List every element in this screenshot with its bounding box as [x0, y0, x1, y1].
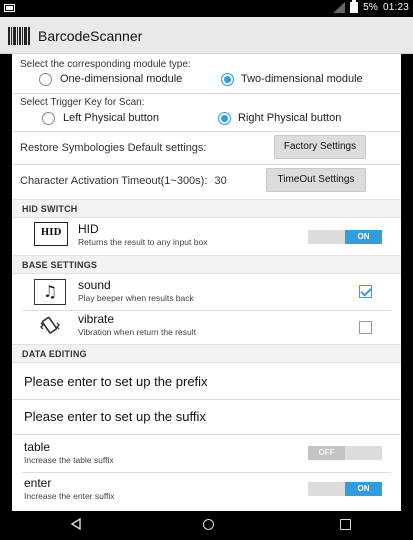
section-header-base-settings: BASE SETTINGS [12, 255, 401, 274]
vibrate-description: Vibration when return the result [78, 327, 196, 337]
hid-toggle-state: ON [345, 230, 382, 244]
radio-right-button[interactable] [218, 112, 231, 125]
barcode-app-icon [8, 27, 30, 45]
screenshot-notification-icon [4, 4, 15, 12]
table-toggle[interactable]: OFF [308, 446, 382, 460]
prefix-setting[interactable]: Please enter to set up the prefix [24, 374, 208, 389]
factory-settings-button[interactable]: Factory Settings [274, 135, 366, 159]
enter-title: enter [24, 476, 52, 490]
battery-icon [350, 0, 359, 13]
vibrate-row[interactable]: vibrate Vibration when return the result [12, 312, 401, 342]
restore-label: Restore Symbologies Default settings: [20, 142, 207, 154]
section-header-label: BASE SETTINGS [22, 260, 98, 270]
radio-two-dimensional[interactable] [221, 73, 234, 86]
radio-label-right-button[interactable]: Right Physical button [238, 112, 341, 124]
table-description: Increase the table suffix [24, 455, 114, 465]
enter-toggle-state: ON [345, 482, 382, 496]
hid-description: Returns the result to any input box [78, 237, 208, 247]
module-type-label: Select the corresponding module type: [20, 59, 191, 70]
vibrate-title: vibrate [78, 312, 115, 326]
recent-apps-icon[interactable] [340, 519, 351, 530]
sound-title: sound [78, 278, 111, 292]
timeout-settings-button[interactable]: TimeOut Settings [266, 168, 366, 192]
app-bar: BarcodeScanner [0, 17, 413, 54]
section-header-hid-switch: HID SWITCH [12, 199, 401, 218]
trigger-key-label: Select Trigger Key for Scan: [20, 97, 145, 108]
divider [12, 434, 401, 435]
sound-row[interactable]: sound Play beeper when results back [12, 276, 401, 308]
radio-left-button[interactable] [42, 112, 55, 125]
music-note-icon [34, 279, 66, 305]
timeout-label-text: Character Activation Timeout(1~300s): [20, 175, 208, 187]
divider [12, 93, 401, 94]
status-bar: 5% 01:23 [0, 0, 413, 17]
vibrate-icon [40, 316, 60, 334]
divider [22, 310, 391, 311]
battery-percent: 5% [363, 2, 378, 13]
enter-toggle[interactable]: ON [308, 482, 382, 496]
table-suffix-row[interactable]: table Increase the table suffix OFF [12, 438, 401, 470]
settings-content[interactable]: Select the corresponding module type: On… [12, 54, 401, 511]
clock: 01:23 [382, 2, 409, 13]
radio-one-dimensional[interactable] [39, 73, 52, 86]
divider [12, 131, 401, 132]
section-header-label: DATA EDITING [22, 349, 87, 359]
section-header-label: HID SWITCH [22, 204, 78, 214]
suffix-setting[interactable]: Please enter to set up the suffix [24, 409, 206, 424]
home-icon[interactable] [203, 519, 214, 530]
module-type-group: One-dimensional module Two-dimensional m… [12, 70, 401, 90]
hid-title: HID [78, 222, 99, 236]
app-title: BarcodeScanner [38, 28, 143, 44]
hid-toggle[interactable]: ON [308, 230, 382, 244]
enter-suffix-row[interactable]: enter Increase the enter suffix ON [12, 474, 401, 506]
trigger-key-group: Left Physical button Right Physical butt… [12, 109, 401, 129]
divider [12, 164, 401, 165]
table-title: table [24, 440, 51, 454]
timeout-value: 30 [214, 175, 227, 187]
signal-icon [333, 2, 346, 13]
enter-description: Increase the enter suffix [24, 491, 115, 501]
device-screen: 5% 01:23 BarcodeScanner Select the corre… [0, 0, 413, 540]
radio-label-one-dimensional[interactable]: One-dimensional module [60, 73, 182, 85]
sound-description: Play beeper when results back [78, 293, 194, 303]
sound-checkbox[interactable] [359, 285, 372, 298]
back-icon[interactable] [70, 518, 82, 530]
divider [12, 399, 401, 400]
hid-row[interactable]: HID HID Returns the result to any input … [12, 222, 401, 252]
radio-label-two-dimensional[interactable]: Two-dimensional module [241, 73, 363, 85]
divider [22, 472, 391, 473]
vibrate-checkbox[interactable] [359, 321, 372, 334]
section-header-data-editing: DATA EDITING [12, 344, 401, 363]
timeout-label: Character Activation Timeout(1~300s): 30 [20, 175, 227, 187]
table-toggle-state: OFF [308, 446, 345, 460]
hid-icon: HID [34, 222, 68, 246]
navigation-bar [0, 511, 413, 540]
radio-label-left-button[interactable]: Left Physical button [63, 112, 159, 124]
